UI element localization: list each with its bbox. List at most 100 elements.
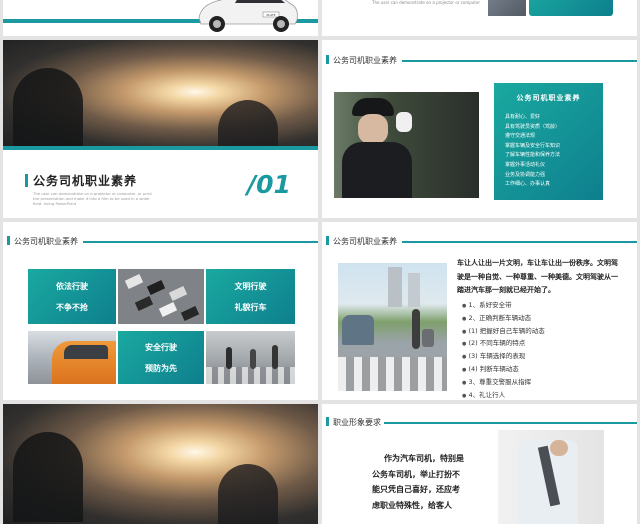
car-image: PLATE: [198, 0, 298, 32]
chauffeur-body: [342, 142, 412, 198]
bullet-dot: ●: [462, 366, 467, 373]
qualities-item: 具有驾驶员资质（驾龄）: [505, 123, 561, 130]
slide-image-requirement[interactable]: 职业形象要求 作为汽车司机，特别是 公务车司机，举止打扮不 能只凭自己喜好，还应…: [322, 404, 637, 524]
list-item: ● (2) 不同车辆的特点: [462, 338, 545, 351]
qualities-item: 掌握车辆及安全行车知识: [505, 142, 561, 149]
cover-subtitle-line: field. Using PowerPoint: [33, 201, 77, 207]
slide-header: 公务司机职业素养: [333, 237, 397, 246]
bullet-dot: ●: [462, 354, 467, 361]
intro-line: 踏进汽车那一刻就已经开始了。: [457, 286, 555, 294]
suv-shape: [342, 315, 374, 345]
tile-civil: 文明行驶 礼貌行车: [206, 269, 295, 324]
cover-title: 公务司机职业素养: [33, 174, 138, 188]
pedestrian: [412, 309, 420, 349]
qualities-box: 公务司机职业素养 具有耐心、爱好 具有驾驶员资质（驾龄） 遵守交通法规 掌握车辆…: [494, 83, 603, 200]
qualities-item: 掌握外事活动礼仪: [505, 161, 546, 168]
rules-list: ● 1、系好安全带 ● 2、正确判断车辆动态 ● (1) 把握好自己车辆的动态 …: [462, 300, 545, 400]
cover-subtitle: The user can demonstrate on a projector …: [33, 191, 152, 207]
pedestrian: [226, 347, 232, 369]
list-item: ● (4) 判断车辆动态: [462, 364, 545, 377]
tagline: The user can demonstrate on a projector …: [372, 0, 480, 5]
list-item: ● (1) 把握好自己车辆的动态: [462, 326, 545, 339]
bullet-dot: ●: [462, 341, 467, 348]
intro-text: 车让人让出一片文明，车让车让出一份秩序。文明驾 驶是一种自觉、一种尊重、一种美德…: [457, 257, 618, 298]
slide-top-left[interactable]: PLATE: [3, 0, 318, 36]
headrest-silhouette: [218, 464, 278, 524]
slide-grid[interactable]: 公务司机职业素养 依法行驶 不争不抢 文明行驶 礼貌行车 安全行驶 预防为先: [3, 222, 318, 400]
car-window: [64, 345, 108, 359]
list-item: ● 3、尊重交警服从指挥: [462, 377, 545, 390]
list-item-text: (4) 判断车辆动态: [468, 364, 519, 373]
header-bar: [7, 236, 10, 245]
crosswalk-stripes: [338, 357, 447, 391]
list-item: ● 2、正确判断车辆动态: [462, 313, 545, 326]
qualities-title: 公务司机职业素养: [516, 94, 581, 102]
header-bar: [326, 236, 329, 245]
slide-crosswalk[interactable]: 公务司机职业素养 车让人让出一片文明，车让车让出一份秩序。文明驾 驶是一种自觉、…: [322, 222, 637, 400]
slide-header: 职业形象要求: [333, 418, 381, 427]
header-line: [83, 241, 318, 243]
chauffeur-glove: [396, 112, 412, 132]
plate-text: PLATE: [266, 13, 275, 17]
tile-lawful: 依法行驶 不争不抢: [28, 269, 116, 324]
qualities-item: 工作细心、办事认真: [505, 181, 551, 188]
car-shape: [168, 286, 188, 301]
list-item-text: 2、正确判断车辆动态: [468, 313, 532, 322]
header-bar: [326, 55, 329, 64]
header-line: [384, 422, 637, 424]
qualities-list: 具有耐心、爱好 具有驾驶员资质（驾龄） 遵守交通法规 掌握车辆及安全行车知识 了…: [505, 113, 560, 190]
street-crossing-photo: [206, 331, 295, 384]
list-item: ● 4、礼让行人: [462, 390, 545, 400]
slide-cover[interactable]: 公务司机职业素养 The user can demonstrate on a p…: [3, 40, 318, 218]
bullet-dot: ●: [462, 303, 467, 309]
car-interior-photo: [3, 40, 318, 148]
building: [408, 273, 420, 307]
qualities-item: 业务及协调能力强: [505, 171, 546, 178]
bullet-dot: ●: [462, 379, 467, 386]
intro-line: 车让人让出一片文明，车让车让出一份秩序。文明驾: [457, 259, 618, 267]
cover-title-bar: [25, 174, 28, 187]
tile-line: 礼貌行车: [234, 302, 267, 312]
tile-line: 依法行驶: [56, 281, 88, 291]
slide-image-bottom[interactable]: [3, 404, 318, 524]
car-interior-photo: [3, 404, 318, 524]
list-item-text: (2) 不同车辆的特点: [468, 339, 526, 348]
header-line: [402, 60, 637, 62]
headrest-silhouette: [218, 100, 278, 148]
qualities-item: 遵守交通法规: [505, 133, 536, 140]
slide-header: 公务司机职业素养: [333, 56, 397, 65]
slide-chauffeur[interactable]: 公务司机职业素养 公务司机职业素养 具有耐心、爱好 具有驾驶员资质（驾龄） 遵守…: [322, 40, 637, 218]
list-item: ● (3) 车辆选择的表现: [462, 351, 545, 364]
body-line: 公务车司机，举止打扮不: [372, 469, 460, 479]
car-shape: [124, 274, 144, 289]
parking-lot-photo: [118, 269, 204, 324]
tile-line: 文明行驶: [234, 281, 267, 291]
body-text: 作为汽车司机，特别是 公务车司机，举止打扮不 能只凭自己喜好，还应考 虑职业特殊…: [372, 451, 464, 513]
body-line: 能只凭自己喜好，还应考: [372, 485, 460, 494]
thumbnail-image: [488, 0, 526, 16]
intro-line: 驶是一种自觉、一种尊重、一种美德。文明驾驶从一: [457, 272, 618, 281]
teal-block: [529, 0, 613, 16]
header-line: [402, 241, 637, 243]
accent-stripe: [3, 146, 318, 150]
tile-safe: 安全行驶 预防为先: [118, 331, 204, 384]
car-shape: [158, 302, 178, 317]
crosswalk: [206, 367, 295, 384]
suit-photo: [498, 430, 604, 524]
header-bar: [326, 417, 329, 426]
tile-line: 预防为先: [145, 363, 177, 373]
car-shape: [180, 306, 200, 321]
hand: [550, 440, 568, 456]
driver-silhouette: [13, 68, 83, 148]
qualities-item: 了解车辆性能和保养方法: [505, 152, 561, 159]
slide-top-right[interactable]: The user can demonstrate on a projector …: [322, 0, 637, 36]
bullet-dot: ●: [462, 315, 467, 322]
tile-line: 安全行驶: [145, 342, 177, 352]
pedestrian: [250, 349, 256, 369]
bullet-dot: ●: [462, 392, 467, 399]
building: [388, 267, 402, 307]
orange-car-photo: [28, 331, 116, 384]
driver-silhouette: [13, 432, 83, 522]
tile-line: 不争不抢: [56, 302, 88, 312]
list-item-text: 4、礼让行人: [468, 390, 506, 399]
